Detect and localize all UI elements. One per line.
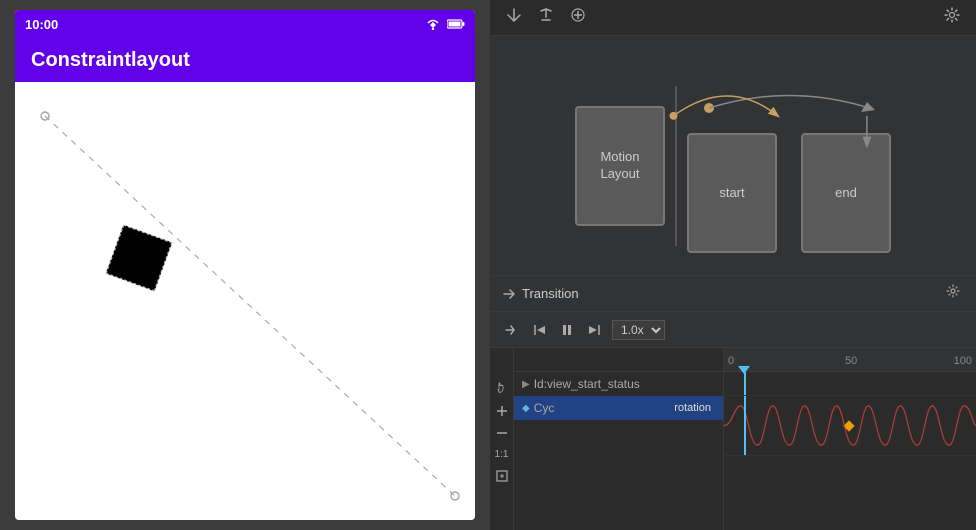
- battery-icon: [447, 18, 465, 30]
- right-settings-btn[interactable]: [940, 5, 964, 30]
- timeline-ruler: 0 50 100: [724, 348, 976, 372]
- motion-layout-label: Motion Layout: [600, 149, 639, 183]
- skip-start-icon: [532, 323, 546, 337]
- skip-end-icon: [588, 323, 602, 337]
- canvas-area: [15, 82, 475, 520]
- motion-path-svg: [15, 82, 475, 520]
- app-bar: Constraintlayout: [15, 38, 475, 82]
- start-node[interactable]: start: [687, 133, 777, 253]
- hand-tool-btn[interactable]: [492, 378, 512, 398]
- import-icon: [506, 7, 522, 23]
- track-group-row: ▶ Id:view_start_status: [514, 372, 723, 396]
- speed-selector[interactable]: 1.0x: [612, 320, 665, 340]
- expand-icon: [496, 470, 508, 482]
- export-icon-btn[interactable]: [534, 5, 558, 30]
- play-forward-btn[interactable]: [500, 321, 522, 339]
- status-time: 10:00: [25, 17, 58, 32]
- plus-icon: [496, 405, 508, 417]
- fit-icon: 1:1: [495, 449, 509, 460]
- ruler-mark-0: 0: [728, 355, 734, 367]
- device-frame: 10:00 Constraintlayout: [15, 10, 475, 520]
- start-label: start: [719, 185, 744, 202]
- track-labels: ▶ Id:view_start_status ◆ Cyc rotation: [514, 348, 724, 530]
- timeline-tracks: 0 50 100: [724, 348, 976, 530]
- gear-icon: [944, 7, 960, 23]
- track-group-label: Id:view_start_status: [534, 377, 715, 391]
- wifi-icon: [425, 18, 441, 30]
- end-label: end: [835, 185, 857, 202]
- cyc-label: Cyc: [534, 401, 671, 415]
- cyc-type: rotation: [670, 401, 715, 415]
- app-title: Constraintlayout: [31, 49, 190, 72]
- playhead-lower: [744, 396, 746, 455]
- add-icon: [570, 7, 586, 23]
- hand-icon: [495, 381, 509, 395]
- playback-controls: 1.0x: [490, 312, 976, 348]
- pause-icon: [560, 323, 574, 337]
- right-toolbar: [490, 0, 976, 36]
- status-bar: 10:00: [15, 10, 475, 38]
- toolbar-icons: [502, 5, 590, 30]
- transition-settings-btn[interactable]: [942, 282, 964, 305]
- cyc-icon: ◆: [522, 403, 530, 414]
- import-icon-btn[interactable]: [502, 5, 526, 30]
- add-keyframe-btn[interactable]: [566, 5, 590, 30]
- timeline-area: 1:1 ▶ Id:view_start_status: [490, 348, 976, 530]
- group-track: [724, 372, 976, 396]
- minus-icon: [496, 427, 508, 439]
- playhead[interactable]: [744, 372, 746, 395]
- diagram-area: Motion Layout start: [490, 36, 976, 276]
- skip-end-btn[interactable]: [584, 321, 606, 339]
- transition-panel: Transition: [490, 276, 976, 530]
- arrow-right-icon: [502, 287, 516, 301]
- transition-title: Transition: [502, 286, 579, 301]
- play-forward-icon: [504, 323, 518, 337]
- track-cyc-row[interactable]: ◆ Cyc rotation: [514, 396, 723, 420]
- transition-gear-icon: [946, 284, 960, 298]
- transition-header: Transition: [490, 276, 976, 312]
- diagram-divider: [675, 86, 677, 246]
- playhead-triangle: [738, 366, 750, 374]
- right-panel: Motion Layout start: [490, 0, 976, 530]
- fit-view-btn[interactable]: 1:1: [492, 446, 512, 463]
- android-preview: 10:00 Constraintlayout: [0, 0, 490, 530]
- waveform-track: [724, 396, 976, 456]
- zoom-in-btn[interactable]: [493, 402, 511, 420]
- expand-btn[interactable]: [493, 467, 511, 485]
- end-node[interactable]: end: [801, 133, 891, 253]
- track-group-icon: ▶: [522, 379, 530, 390]
- zoom-out-btn[interactable]: [493, 424, 511, 442]
- motion-layout-node[interactable]: Motion Layout: [575, 106, 665, 226]
- skip-start-btn[interactable]: [528, 321, 550, 339]
- pause-btn[interactable]: [556, 321, 578, 339]
- transition-arrow-svg: [689, 78, 889, 133]
- export-icon: [538, 7, 554, 23]
- waveform-svg: [724, 396, 976, 455]
- status-icons: [425, 18, 465, 30]
- ruler-mark-50: 50: [845, 355, 857, 367]
- ruler-mark-100: 100: [954, 355, 972, 367]
